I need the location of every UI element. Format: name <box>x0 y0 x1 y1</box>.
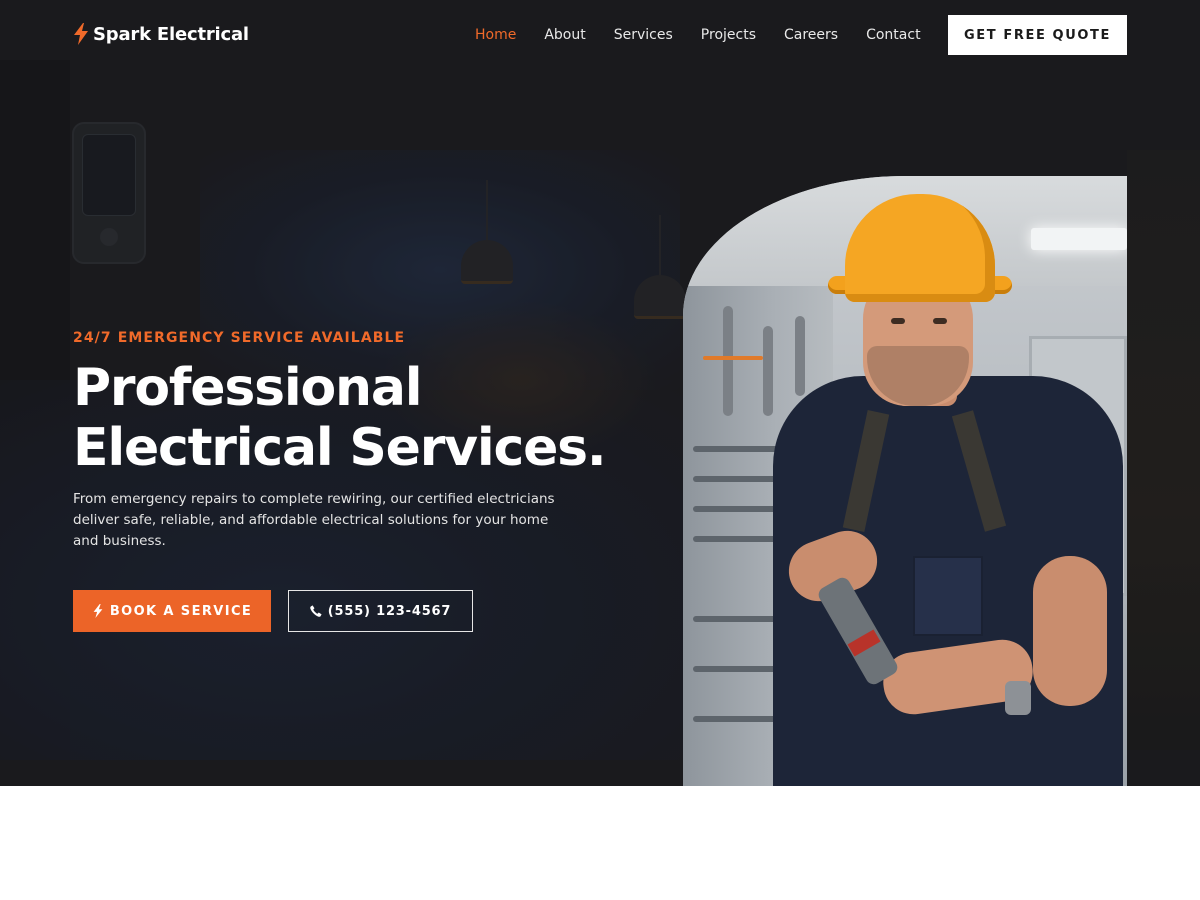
lightning-bolt-icon <box>74 23 88 45</box>
worker-eye <box>933 318 947 324</box>
worker-pocket <box>913 556 983 636</box>
brand-name: Spark Electrical <box>93 23 249 45</box>
headline-line-1: Professional <box>73 358 423 418</box>
nav-item-about[interactable]: About <box>544 27 585 43</box>
nav-menu: Home About Services Projects Careers Con… <box>475 27 949 43</box>
nav-item-contact[interactable]: Contact <box>866 27 920 43</box>
lightning-bolt-icon <box>93 604 103 618</box>
headline-line-2: Electrical Services. <box>73 418 607 478</box>
hero-section: Spark Electrical Home About Services Pro… <box>0 0 1200 786</box>
nav-item-services[interactable]: Services <box>614 27 673 43</box>
get-free-quote-button[interactable]: GET FREE QUOTE <box>948 15 1127 55</box>
nav-item-projects[interactable]: Projects <box>701 27 756 43</box>
hero-description: From emergency repairs to complete rewir… <box>73 491 555 549</box>
hero-headline: Professional Electrical Services. <box>73 358 633 478</box>
nav-item-careers[interactable]: Careers <box>784 27 838 43</box>
worker-eye <box>891 318 905 324</box>
hero-eyebrow: 24/7 EMERGENCY SERVICE AVAILABLE <box>73 330 406 346</box>
wristwatch <box>1005 681 1031 715</box>
panel-wire <box>703 356 763 360</box>
electrician-photo <box>683 176 1127 786</box>
electrician-figure <box>763 176 1127 786</box>
nav-item-home[interactable]: Home <box>475 27 516 43</box>
navbar: Spark Electrical Home About Services Pro… <box>0 0 1200 70</box>
book-service-label: BOOK A SERVICE <box>109 603 253 619</box>
phone-call-button[interactable]: (555) 123-4567 <box>288 590 473 632</box>
hard-hat <box>845 194 995 302</box>
book-service-button[interactable]: BOOK A SERVICE <box>73 590 271 632</box>
phone-icon <box>310 605 322 617</box>
logo[interactable]: Spark Electrical <box>73 23 249 45</box>
phone-number-label: (555) 123-4567 <box>327 603 452 619</box>
worker-arm-right <box>1033 556 1107 706</box>
panel-pipe <box>723 306 733 416</box>
